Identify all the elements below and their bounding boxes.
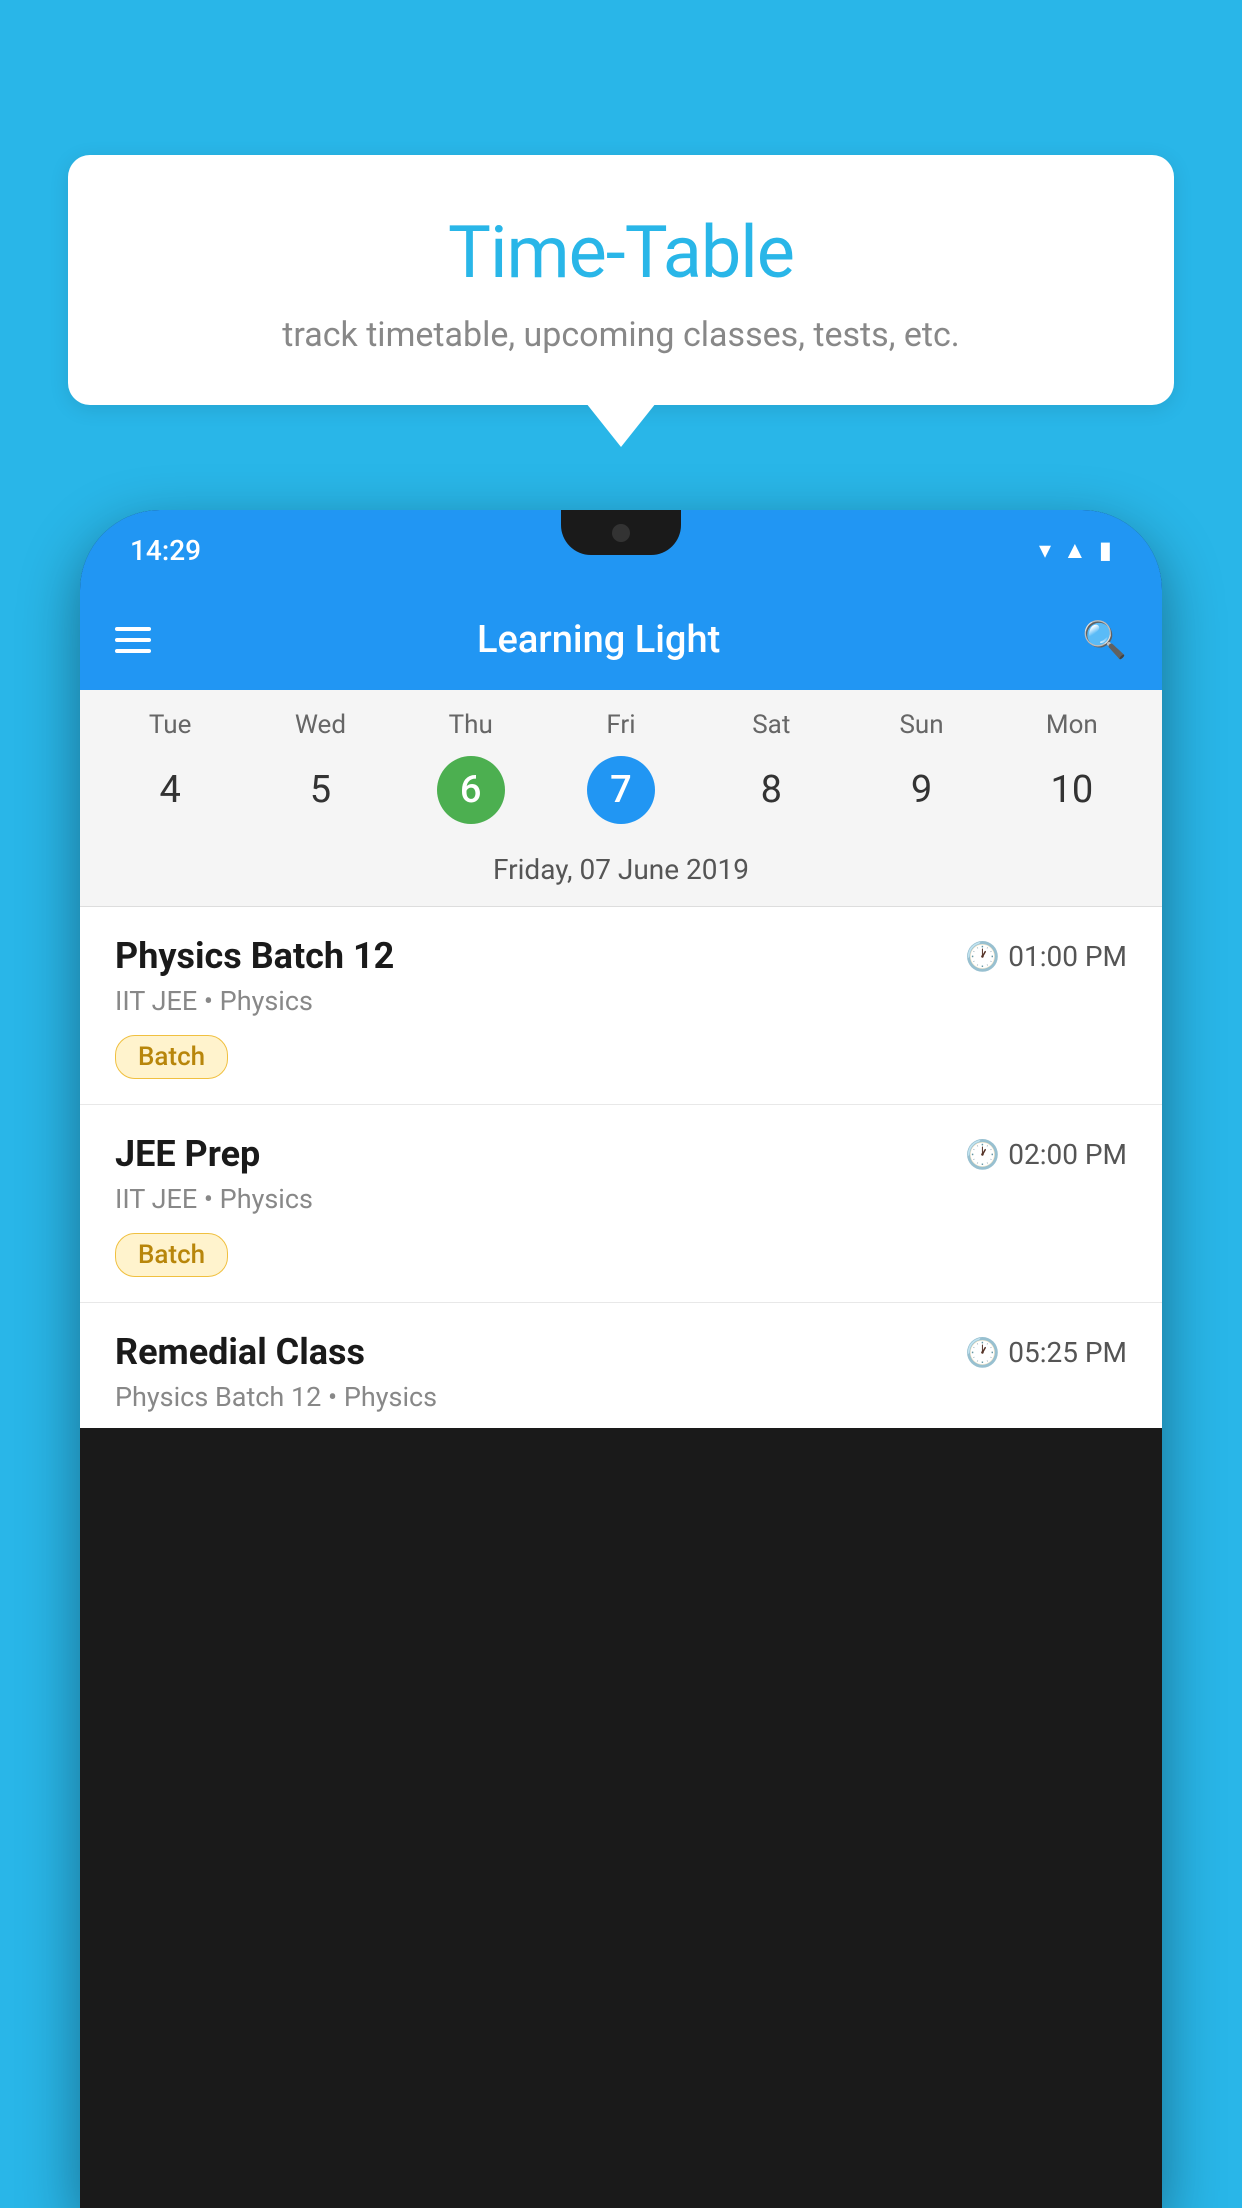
day-header-sun: Sun	[846, 710, 996, 740]
class-time-2: 🕐 02:00 PM	[965, 1138, 1127, 1171]
app-bar-title: Learning Light	[115, 618, 1082, 662]
day-cell-6-today[interactable]: 6	[396, 750, 546, 830]
app-subtitle: track timetable, upcoming classes, tests…	[108, 315, 1134, 355]
search-icon[interactable]: 🔍	[1082, 619, 1127, 661]
batch-badge-1: Batch	[115, 1035, 228, 1079]
wifi-icon: ▾	[1039, 536, 1051, 564]
status-bar: 14:29 ▾ ▲ ▮	[80, 510, 1162, 590]
speech-bubble: Time-Table track timetable, upcoming cla…	[68, 155, 1174, 405]
clock-icon-1: 🕐	[965, 940, 1000, 973]
status-time: 14:29	[130, 534, 201, 567]
day-cell-4[interactable]: 4	[95, 750, 245, 830]
notch	[561, 510, 681, 555]
class-subtitle-3: Physics Batch 12 • Physics	[115, 1381, 1127, 1413]
battery-icon: ▮	[1099, 536, 1112, 564]
day-cell-7-selected[interactable]: 7	[546, 750, 696, 830]
day-header-sat: Sat	[696, 710, 846, 740]
day-header-fri: Fri	[546, 710, 696, 740]
day-numbers: 4 5 6 7 8 9 10	[80, 745, 1162, 845]
speech-bubble-container: Time-Table track timetable, upcoming cla…	[68, 155, 1174, 405]
day-header-tue: Tue	[95, 710, 245, 740]
selected-date-label: Friday, 07 June 2019	[80, 845, 1162, 907]
class-subtitle-2: IIT JEE • Physics	[115, 1183, 1127, 1215]
signal-icon: ▲	[1063, 536, 1087, 565]
class-item-remedial[interactable]: Remedial Class 🕐 05:25 PM Physics Batch …	[80, 1303, 1162, 1428]
clock-icon-2: 🕐	[965, 1138, 1000, 1171]
day-cell-5[interactable]: 5	[245, 750, 395, 830]
clock-icon-3: 🕐	[965, 1336, 1000, 1369]
class-title-3: Remedial Class	[115, 1331, 365, 1373]
phone-container: 14:29 ▾ ▲ ▮ Learning Light 🔍 Tue	[80, 510, 1162, 2208]
day-header-wed: Wed	[245, 710, 395, 740]
batch-badge-2: Batch	[115, 1233, 228, 1277]
day-cell-10[interactable]: 10	[997, 750, 1147, 830]
class-item-jee-prep[interactable]: JEE Prep 🕐 02:00 PM IIT JEE • Physics Ba…	[80, 1105, 1162, 1303]
class-subtitle-1: IIT JEE • Physics	[115, 985, 1127, 1017]
status-icons: ▾ ▲ ▮	[1039, 536, 1112, 565]
class-title-2: JEE Prep	[115, 1133, 260, 1175]
app-bar: Learning Light 🔍	[80, 590, 1162, 690]
class-time-1: 🕐 01:00 PM	[965, 940, 1127, 973]
phone-frame: 14:29 ▾ ▲ ▮ Learning Light 🔍 Tue	[80, 510, 1162, 2208]
class-title-1: Physics Batch 12	[115, 935, 394, 977]
calendar-section: Tue Wed Thu Fri Sat Sun Mon 4 5 6 7	[80, 690, 1162, 907]
day-headers: Tue Wed Thu Fri Sat Sun Mon	[80, 690, 1162, 745]
day-header-thu: Thu	[396, 710, 546, 740]
day-cell-9[interactable]: 9	[846, 750, 996, 830]
camera-dot	[612, 524, 630, 542]
app-title: Time-Table	[108, 210, 1134, 295]
day-header-mon: Mon	[997, 710, 1147, 740]
phone-content: Physics Batch 12 🕐 01:00 PM IIT JEE • Ph…	[80, 907, 1162, 1428]
day-cell-8[interactable]: 8	[696, 750, 846, 830]
class-item-physics-batch-12[interactable]: Physics Batch 12 🕐 01:00 PM IIT JEE • Ph…	[80, 907, 1162, 1105]
class-time-3: 🕐 05:25 PM	[965, 1336, 1127, 1369]
